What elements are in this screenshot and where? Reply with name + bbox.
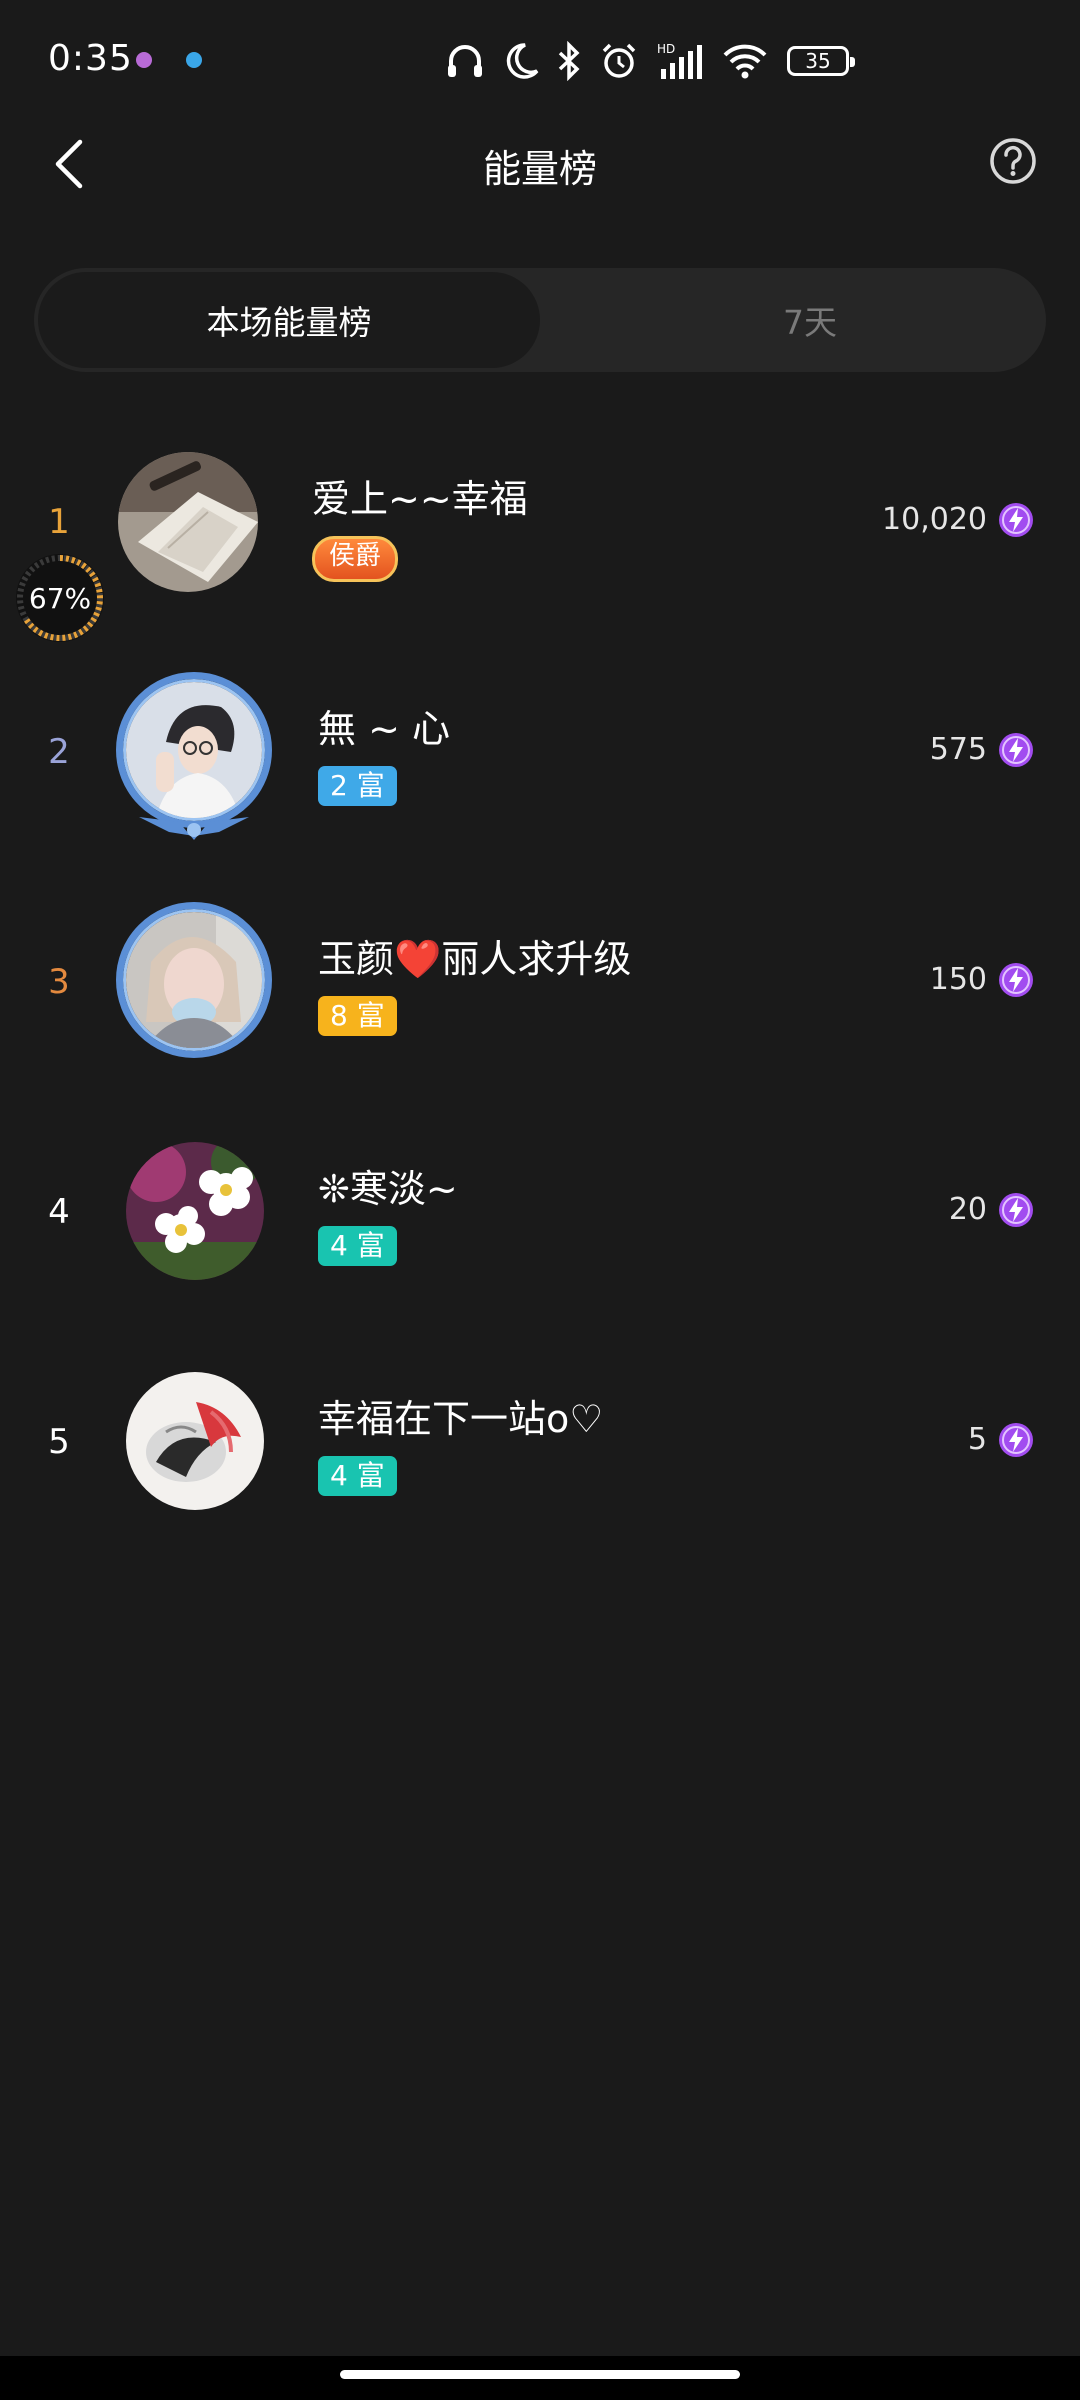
rank-badge: 侯爵 [312,536,399,582]
energy-bolt-icon [999,1423,1033,1457]
energy-score: 10,020 [882,502,987,537]
rank-number: 3 [48,962,70,1002]
home-indicator[interactable] [340,2370,740,2379]
battery-level: 35 [805,49,831,73]
notification-app-icon-2 [186,52,202,68]
energy-score: 20 [948,1192,987,1227]
rank-number: 4 [48,1192,70,1232]
tab-7-days[interactable]: 7天 [574,268,1046,372]
user-name: ❊寒淡~ [318,1167,458,1211]
avatar[interactable] [126,1142,264,1280]
book-photo-image [118,452,258,592]
user-name: 爱上~~幸福 [312,477,528,521]
energy-bolt-icon [999,503,1033,537]
leaderboard-row[interactable]: 5 幸福在下一站o♡ 4 富 5 [0,1360,1080,1590]
header: 能量榜 [0,120,1080,210]
leaderboard-row[interactable]: 3 玉颜❤️丽人求升级 8 富 150 [0,900,1080,1130]
wealth-badge: 4 富 [318,1226,397,1266]
leaderboard-row[interactable]: 4 ❊寒淡~ 4 富 20 [0,1130,1080,1360]
illustrated-man-image [126,682,262,818]
wifi-icon [723,44,767,79]
battery-icon: 35 [787,46,855,76]
bluetooth-icon [558,41,580,81]
leaderboard-list: 1 67% 爱上~~幸福 侯爵 10,020 2 無 ~ 心 2 富 575 3… [0,440,1080,1590]
progress-percent: 67% [28,581,92,615]
signal-icon: HD [657,42,702,79]
user-name: 無 ~ 心 [318,707,450,751]
woman-selfie-image [126,912,262,1048]
wealth-badge: 2 富 [318,766,397,806]
wealth-badge: 4 富 [318,1456,397,1496]
white-flowers-image [126,1142,264,1280]
frame-wings-icon [139,817,249,840]
alarm-icon [602,43,636,78]
moon-icon [506,43,539,79]
energy-score: 150 [929,962,987,997]
leaderboard-row[interactable]: 2 無 ~ 心 2 富 575 [0,670,1080,900]
status-time: 0:35 [48,38,133,79]
screen: 0:35 HD 35 能量榜 本场能量榜 7天 1 67% 爱上~~幸福 侯爵 … [0,0,1080,2400]
rank-number: 5 [48,1422,70,1462]
avatar[interactable] [126,912,262,1048]
user-name: 玉颜❤️丽人求升级 [318,937,632,981]
status-icons: HD 35 [445,38,855,84]
energy-score: 5 [967,1422,987,1457]
energy-score: 575 [929,732,987,767]
notification-app-icon [136,52,152,68]
help-icon[interactable] [988,136,1038,186]
headphones-icon [448,45,482,77]
page-title: 能量榜 [482,147,597,191]
koi-painting-image [126,1372,264,1510]
energy-bolt-icon [999,1193,1033,1227]
leaderboard-row[interactable]: 1 67% 爱上~~幸福 侯爵 10,020 [0,440,1080,670]
rank-number: 2 [48,732,70,772]
avatar[interactable] [126,1372,264,1510]
avatar[interactable] [118,452,258,592]
user-name: 幸福在下一站o♡ [318,1397,604,1441]
leaderboard-tabs: 本场能量榜 7天 [34,268,1046,372]
avatar[interactable] [126,682,262,818]
wealth-badge: 8 富 [318,996,397,1036]
svg-text:HD: HD [657,42,675,56]
energy-bolt-icon [999,733,1033,767]
status-bar: 0:35 HD 35 [0,0,1080,120]
tab-current-session[interactable]: 本场能量榜 [38,272,540,368]
rank-number: 1 [48,502,70,542]
energy-bolt-icon [999,963,1033,997]
